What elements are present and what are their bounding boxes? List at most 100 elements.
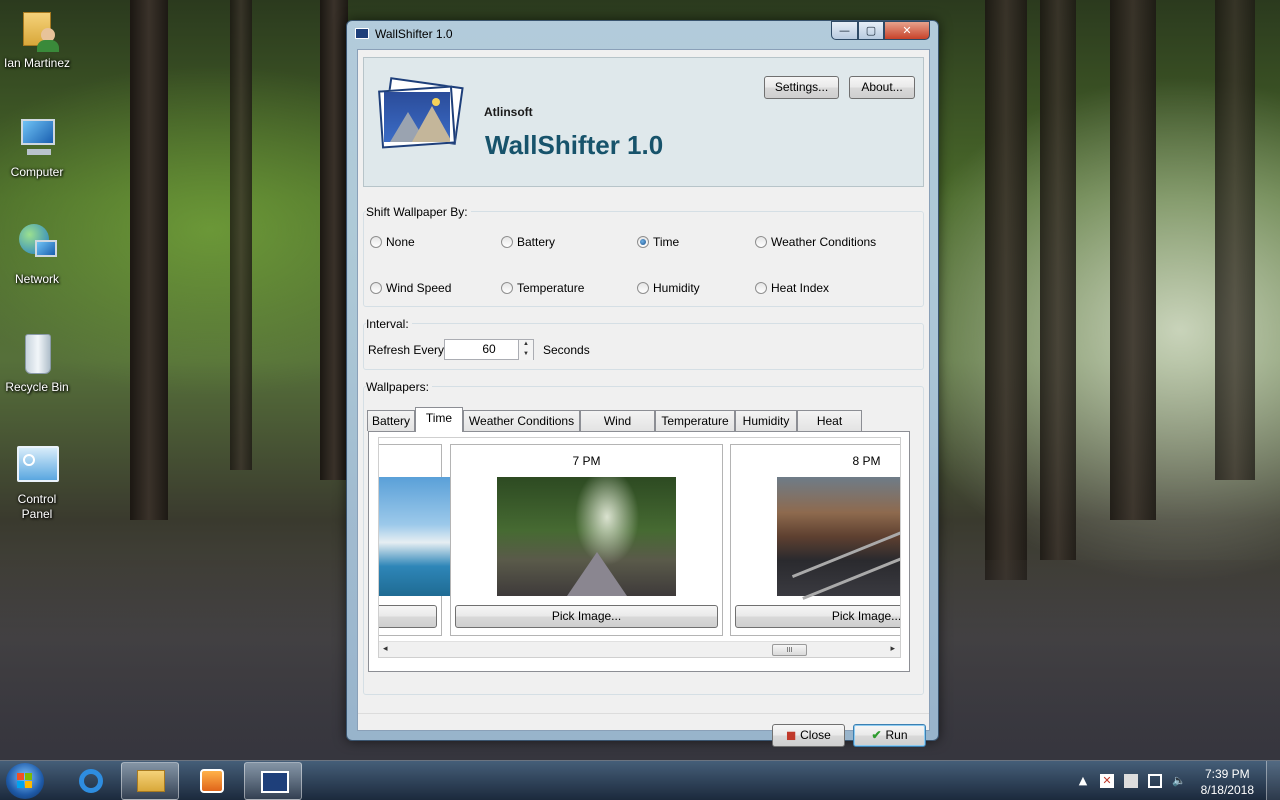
- close-window-button[interactable]: ✕: [884, 21, 930, 40]
- radio-time-dot: [637, 236, 649, 248]
- desktop-icon-recycle-bin[interactable]: Recycle Bin: [0, 332, 74, 395]
- desktop-icon-label-line1: Control: [17, 492, 57, 506]
- spin-down-button[interactable]: ▼: [518, 350, 533, 360]
- internet-explorer-icon: [79, 769, 103, 793]
- wallpaper-thumbnail-railway: [777, 477, 900, 600]
- desktop-icon-label-line2: Panel: [21, 507, 53, 521]
- run-button[interactable]: ✔ Run: [853, 724, 926, 747]
- taskbar-file-explorer[interactable]: [121, 762, 179, 800]
- tab-humidity[interactable]: Humidity: [735, 410, 797, 431]
- radio-wind-dot: [370, 282, 382, 294]
- taskbar-media-player[interactable]: [182, 762, 240, 800]
- desktop-icon-control-panel[interactable]: Control Panel: [0, 444, 74, 522]
- run-button-label: Run: [885, 728, 908, 742]
- company-name: Atlinsoft: [484, 105, 533, 119]
- recycle-bin-icon: [15, 332, 59, 376]
- close-button[interactable]: ◼ Close: [772, 724, 845, 747]
- radio-temperature-label: Temperature: [517, 281, 585, 295]
- radio-none-label: None: [386, 235, 415, 249]
- checkmark-icon: ✔: [871, 728, 882, 742]
- network-icon: [15, 224, 59, 268]
- wallpaper-scroll-view[interactable]: 7 PM Pick Image... 8 PM Pick Image... ◂ …: [378, 437, 901, 658]
- tab-battery[interactable]: Battery: [367, 410, 415, 431]
- app-title: WallShifter 1.0: [485, 130, 664, 160]
- desktop-icon-label: Recycle Bin: [5, 380, 69, 394]
- radio-wind-label: Wind Speed: [386, 281, 452, 295]
- desktop-icon-network[interactable]: Network: [0, 224, 74, 287]
- radio-none-dot: [370, 236, 382, 248]
- wallshifter-window: WallShifter 1.0 — ▢ ✕ Atlinsoft WallShif…: [346, 20, 939, 747]
- windows-logo-icon: [17, 773, 24, 780]
- network-tray-icon[interactable]: [1148, 774, 1162, 788]
- wallpaper-card-7pm: 7 PM Pick Image...: [450, 444, 723, 636]
- radio-humidity-dot: [637, 282, 649, 294]
- radio-humidity[interactable]: Humidity: [637, 281, 700, 295]
- show-hidden-icons-button[interactable]: ▲: [1076, 774, 1090, 788]
- radio-none[interactable]: None: [370, 235, 415, 249]
- system-clock[interactable]: 7:39 PM 8/18/2018: [1201, 766, 1254, 798]
- action-center-icon[interactable]: ✕: [1100, 774, 1114, 788]
- radio-weather-label: Weather Conditions: [771, 235, 877, 249]
- tab-time[interactable]: Time: [415, 407, 463, 432]
- title-bar[interactable]: WallShifter 1.0 — ▢ ✕: [347, 21, 938, 47]
- spin-up-button[interactable]: ▲: [518, 340, 533, 350]
- radio-temperature-dot: [501, 282, 513, 294]
- radio-wind-speed[interactable]: Wind Speed: [370, 281, 451, 295]
- desktop-icon-user-folder[interactable]: Ian Martinez: [0, 8, 74, 71]
- radio-weather-dot: [755, 236, 767, 248]
- scroll-right-arrow-icon[interactable]: ▸: [890, 644, 895, 654]
- card-time-label: 8 PM: [852, 454, 881, 468]
- window-title: WallShifter 1.0: [375, 27, 453, 41]
- interval-label: Interval:: [366, 317, 412, 331]
- footer-divider: [358, 713, 929, 714]
- start-button[interactable]: [6, 763, 44, 799]
- desktop-icon-label: Network: [14, 272, 59, 286]
- minimize-button[interactable]: —: [831, 21, 858, 40]
- battery-icon[interactable]: [1124, 774, 1138, 788]
- radio-time-label: Time: [653, 235, 680, 249]
- radio-heat-dot: [755, 282, 767, 294]
- user-folder-icon: [15, 8, 59, 52]
- tab-temperature[interactable]: Temperature: [655, 410, 735, 431]
- tab-wind-speed[interactable]: Wind Speed: [580, 410, 655, 448]
- scroll-thumb[interactable]: III: [772, 644, 807, 656]
- pick-image-button-7pm[interactable]: Pick Image...: [455, 605, 718, 628]
- maximize-button[interactable]: ▢: [858, 21, 884, 40]
- folder-icon: [137, 770, 165, 792]
- wallpaper-card-8pm: 8 PM Pick Image...: [730, 444, 900, 636]
- radio-time[interactable]: Time: [637, 235, 679, 249]
- close-button-label: Close: [800, 728, 831, 742]
- desktop-icon-computer[interactable]: Computer: [0, 117, 74, 180]
- wallpapers-group: Wallpapers: Battery Time Weather Conditi…: [363, 380, 924, 695]
- wallpapers-label: Wallpapers:: [366, 380, 432, 394]
- wallshifter-taskbar-icon: [261, 771, 289, 793]
- volume-icon[interactable]: 🔈: [1172, 774, 1186, 788]
- taskbar-wallshifter[interactable]: [244, 762, 302, 800]
- desktop-icon-label: Ian Martinez: [3, 56, 71, 70]
- show-desktop-button[interactable]: [1266, 761, 1280, 800]
- radio-temperature[interactable]: Temperature: [501, 281, 584, 295]
- tab-heat-index[interactable]: Heat Index: [797, 410, 862, 448]
- radio-battery[interactable]: Battery: [501, 235, 555, 249]
- shift-by-group: Shift Wallpaper By: None Battery Time We…: [363, 205, 924, 307]
- pick-image-button-partial[interactable]: [379, 605, 437, 628]
- radio-weather-conditions[interactable]: Weather Conditions: [755, 235, 876, 249]
- interval-seconds-input[interactable]: 60 ▲ ▼: [444, 339, 534, 360]
- time-tab-panel: 7 PM Pick Image... 8 PM Pick Image... ◂ …: [368, 431, 910, 672]
- radio-battery-label: Battery: [517, 235, 556, 249]
- tab-weather-conditions[interactable]: Weather Conditions: [463, 410, 580, 431]
- pick-image-button-8pm[interactable]: Pick Image...: [735, 605, 900, 628]
- card-time-label: 7 PM: [572, 454, 601, 468]
- clock-date: 8/18/2018: [1200, 783, 1254, 797]
- interval-group: Interval: Refresh Every 60 ▲ ▼ Seconds: [363, 317, 924, 370]
- radio-heat-label: Heat Index: [771, 281, 830, 295]
- settings-button[interactable]: Settings...: [764, 76, 839, 99]
- scroll-left-arrow-icon[interactable]: ◂: [383, 644, 388, 654]
- app-icon: [355, 28, 369, 39]
- seconds-label: Seconds: [543, 343, 590, 357]
- clock-time: 7:39 PM: [1204, 767, 1250, 781]
- taskbar-internet-explorer[interactable]: [62, 762, 120, 800]
- about-button[interactable]: About...: [849, 76, 915, 99]
- radio-heat-index[interactable]: Heat Index: [755, 281, 829, 295]
- horizontal-scrollbar[interactable]: ◂ III ▸: [379, 641, 900, 657]
